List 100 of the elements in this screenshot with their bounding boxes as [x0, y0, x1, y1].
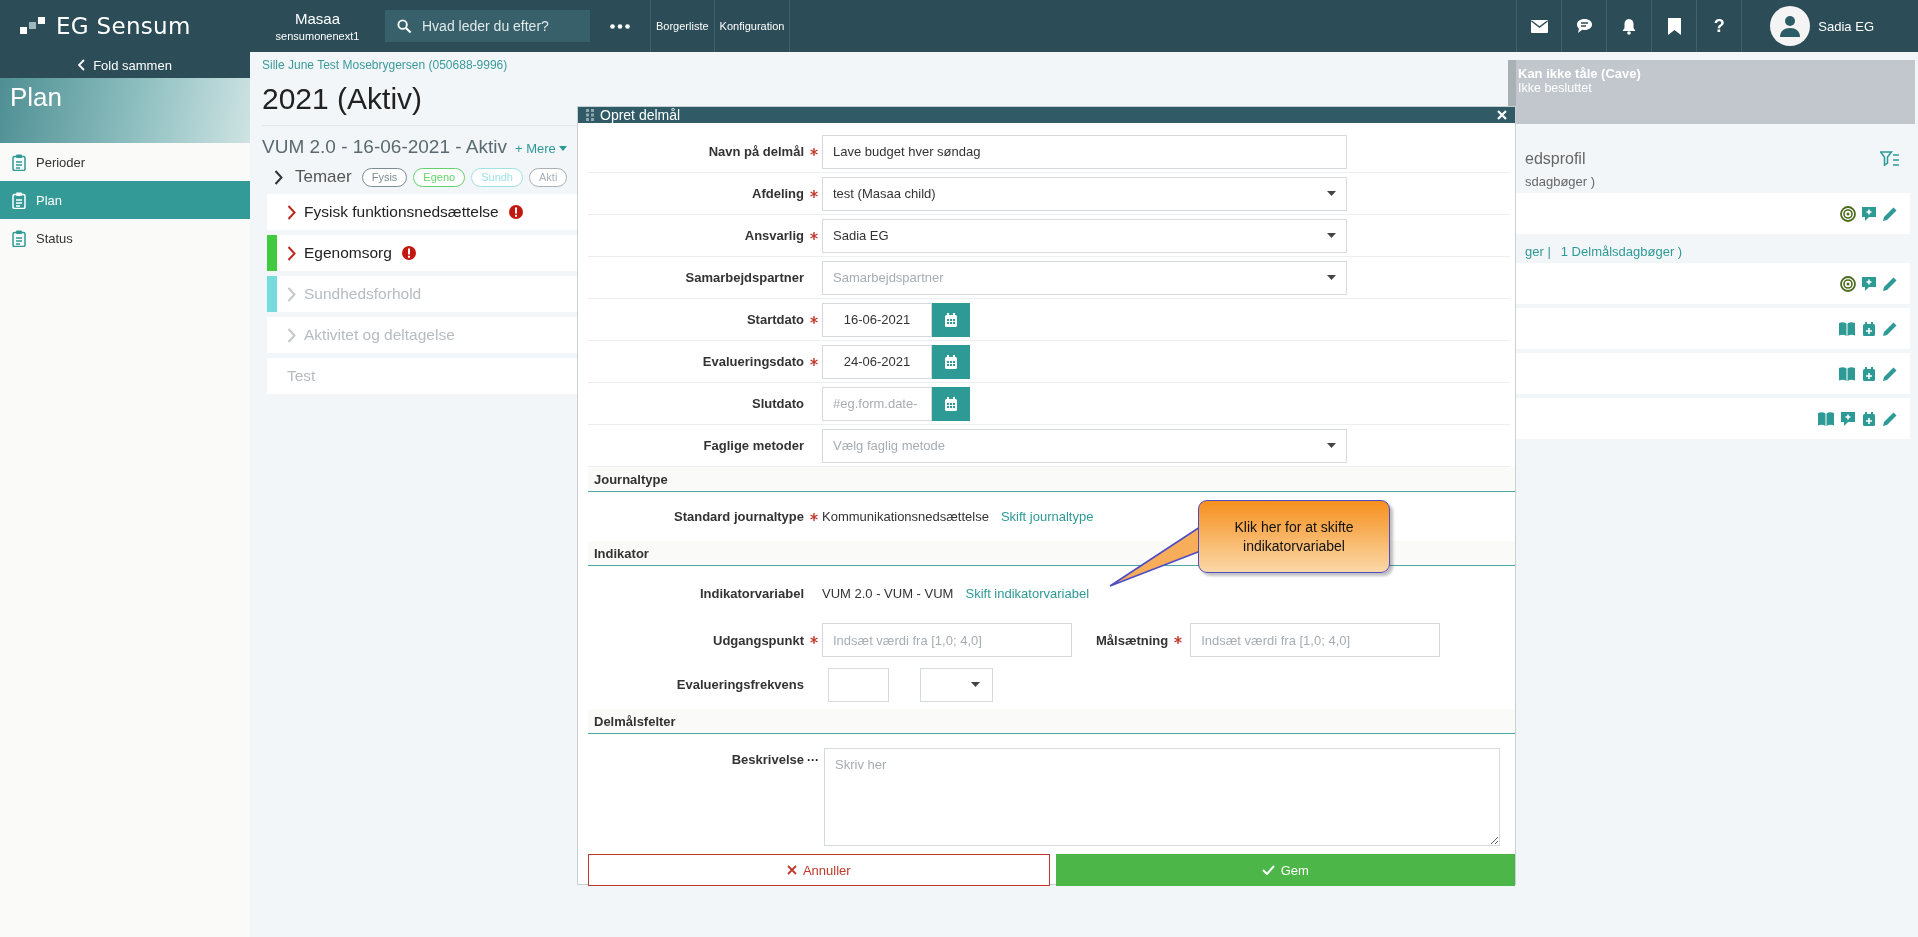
journal-link[interactable]: ger | — [1525, 244, 1551, 259]
journal-link[interactable]: 1 Delmålsdagbøger ) — [1560, 244, 1683, 259]
chevron-right-icon — [287, 286, 296, 302]
chevron-right-icon — [274, 169, 283, 185]
calendar-plus-icon[interactable] — [1861, 365, 1877, 382]
book-icon[interactable] — [1838, 320, 1856, 337]
chat-icon[interactable] — [1575, 18, 1593, 34]
book-icon[interactable] — [1838, 365, 1856, 382]
select-field[interactable]: Sadia EG — [822, 218, 1347, 253]
field-label: Ansvarlig — [743, 228, 804, 243]
close-icon — [786, 865, 797, 875]
clipboard-icon — [12, 153, 26, 171]
field-label: Udgangspunkt — [712, 632, 804, 648]
avatar-icon[interactable] — [1770, 6, 1811, 46]
field-label: Samarbejdspartner — [684, 270, 804, 285]
nav-link[interactable]: Konfiguration — [713, 0, 791, 52]
book-icon[interactable] — [1817, 410, 1835, 427]
field-value: Kommunikationsnedsættelse — [822, 509, 989, 524]
target-icon[interactable] — [1840, 205, 1856, 222]
calendar-plus-icon[interactable] — [1861, 320, 1877, 337]
alert-icon — [401, 246, 416, 260]
app-logo: EG Sensum — [56, 13, 191, 39]
pencil-icon[interactable] — [1882, 275, 1898, 292]
chevron-right-icon — [287, 245, 296, 261]
mail-icon[interactable] — [1530, 19, 1548, 33]
summary-text: sdagbøger ) — [1525, 174, 1596, 189]
select-field[interactable] — [920, 667, 993, 702]
chevron-left-icon — [78, 59, 86, 71]
text-field[interactable]: Lave budget hver søndag — [822, 134, 1347, 169]
bell-icon[interactable] — [1621, 17, 1638, 35]
field-label: Evalueringsdato — [701, 354, 804, 369]
target-icon[interactable] — [1840, 275, 1856, 292]
pencil-icon[interactable] — [1882, 320, 1898, 337]
cave-status: Ikke besluttet — [1518, 81, 1593, 95]
calendar-plus-icon[interactable] — [1861, 410, 1877, 427]
date-field[interactable]: 16-06-2021 — [822, 302, 932, 337]
more-dots-icon[interactable] — [610, 23, 630, 29]
calendar-icon — [943, 353, 959, 370]
pencil-icon[interactable] — [1882, 205, 1898, 222]
bookmark-icon[interactable] — [1667, 17, 1681, 35]
clipboard-icon — [12, 191, 26, 209]
number-field[interactable] — [828, 667, 889, 702]
cancel-button[interactable]: Annuller — [588, 854, 1050, 886]
text-field[interactable]: Indsæt værdi fra [1,0; 4,0] — [1190, 623, 1441, 657]
date-field[interactable]: 24-06-2021 — [822, 344, 932, 379]
plan-subtitle: VUM 2.0 - 16-06-2021 - Aktiv — [262, 136, 507, 158]
caret-down-icon — [971, 682, 980, 687]
caret-down-icon — [1327, 191, 1336, 196]
more-options-button[interactable]: ··· — [807, 748, 822, 766]
drag-handle-icon[interactable] — [586, 109, 594, 121]
dialog-title: Opret delmål — [600, 107, 682, 123]
field-label: Beskrivelse — [730, 751, 804, 767]
select-field[interactable]: test (Masaa child) — [822, 176, 1347, 211]
calendar-button[interactable] — [932, 344, 970, 379]
theme-chip[interactable]: Fysis — [361, 167, 408, 187]
organization-name: Masaa — [295, 10, 340, 27]
cave-title: Kan ikke tåle (Cave) — [1518, 66, 1642, 81]
nav-link[interactable]: Borgerliste — [650, 0, 714, 52]
comment-plus-icon[interactable] — [1840, 410, 1856, 427]
sidebar-item[interactable]: Perioder — [0, 143, 250, 181]
caret-down-icon — [1327, 275, 1336, 280]
section-heading: Delmålsfelter — [588, 709, 1515, 734]
field-label: Standard journaltype — [672, 509, 804, 524]
alert-icon — [508, 205, 523, 219]
collapse-button[interactable]: Fold sammen — [0, 52, 250, 78]
caret-down-icon — [1327, 443, 1336, 448]
section-heading: edsprofil — [1525, 150, 1586, 168]
filter-list-icon[interactable] — [1880, 151, 1900, 167]
more-button[interactable]: + Mere — [515, 141, 567, 156]
search-icon — [397, 19, 412, 34]
comment-plus-icon[interactable] — [1861, 205, 1877, 222]
section-heading: Journaltype — [588, 467, 1515, 492]
field-label: Evalueringsfrekvens — [675, 677, 804, 692]
sidebar-item[interactable]: Status — [0, 219, 250, 257]
change-journal-link[interactable]: Skift journaltype — [1000, 509, 1094, 524]
pencil-icon[interactable] — [1882, 365, 1898, 382]
logo-icon — [20, 17, 46, 35]
pencil-icon[interactable] — [1882, 410, 1898, 427]
change-indicator-link[interactable]: Skift indikatorvariabel — [965, 585, 1090, 601]
calendar-button[interactable] — [932, 302, 970, 337]
clipboard-icon — [12, 229, 26, 247]
calendar-button[interactable] — [932, 386, 970, 421]
caret-down-icon — [1327, 233, 1336, 238]
field-label: Slutdato — [751, 396, 804, 411]
help-button[interactable]: ? — [1713, 15, 1725, 37]
search-field[interactable]: Hvad leder du efter? — [385, 10, 590, 42]
chevron-right-icon — [287, 327, 296, 343]
field-value: VUM 2.0 - VUM - VUM — [822, 585, 954, 601]
close-button[interactable] — [1497, 110, 1507, 120]
page-title: Plan — [10, 82, 63, 113]
text-field[interactable]: Indsæt værdi fra [1,0; 4,0] — [822, 623, 1072, 657]
caret-down-icon — [558, 146, 567, 151]
text-area[interactable]: Skriv her — [824, 748, 1500, 846]
sidebar-item[interactable]: Plan — [0, 181, 250, 219]
date-field[interactable]: #eg.form.date- — [822, 386, 932, 421]
user-name[interactable]: Sadia EG — [1818, 18, 1874, 34]
themes-label[interactable]: Temaer — [295, 167, 352, 187]
comment-plus-icon[interactable] — [1861, 275, 1877, 292]
field-label: Afdeling — [751, 186, 804, 201]
patient-link[interactable]: Sille June Test Mosebrygersen (050688-9996) — [262, 58, 1508, 73]
